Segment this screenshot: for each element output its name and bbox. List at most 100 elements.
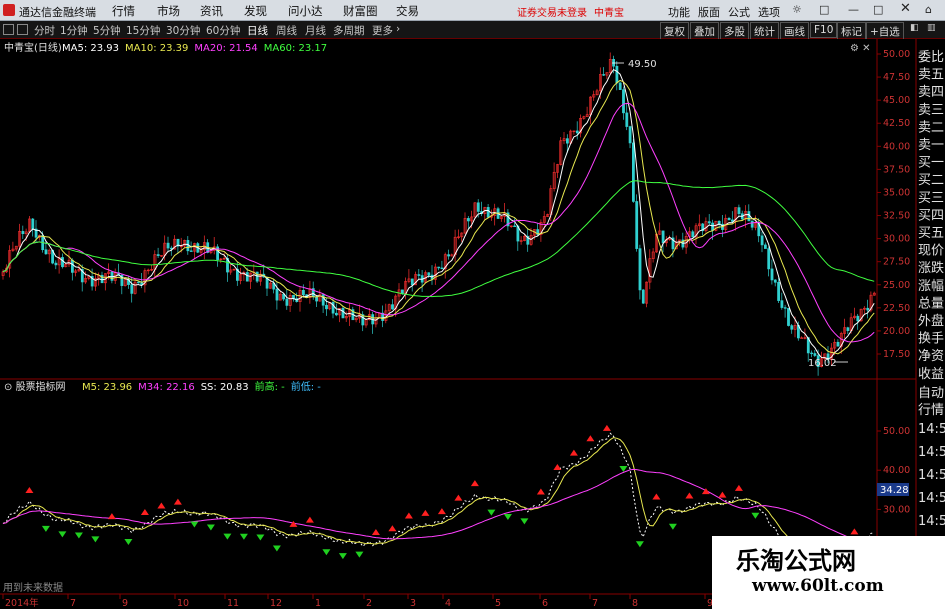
down-arrow-icon [124, 538, 133, 545]
sidebar-quote-label: 委比 [918, 50, 944, 65]
period-1min[interactable]: 1分钟 [60, 23, 88, 38]
candle-body [565, 138, 569, 144]
candle-body [334, 312, 338, 316]
menu-quotes[interactable]: 行情 [112, 3, 135, 19]
candle-body [777, 281, 781, 301]
window-icon[interactable] [3, 24, 14, 35]
menu-ask[interactable]: 问小达 [288, 3, 323, 19]
price-tick-label: 50.00 [883, 49, 910, 60]
toggle-panel-icon[interactable]: ◧ [910, 23, 919, 33]
menu-formula[interactable]: 公式 [728, 4, 750, 20]
down-arrow-icon [751, 512, 760, 519]
close-icon[interactable]: ✕ [900, 1, 911, 16]
indicator-label-1: M34: 22.16 [138, 382, 195, 393]
period-60min[interactable]: 60分钟 [206, 23, 240, 38]
maximize-icon[interactable]: □ [873, 3, 883, 16]
up-arrow-icon [569, 449, 578, 456]
sidebar-quote-label: 涨跌 [918, 260, 944, 276]
candle-body [866, 307, 870, 311]
candle-body [763, 244, 767, 249]
m34-line [2, 468, 875, 546]
price-tick-label: 25.00 [883, 280, 910, 291]
period-30min[interactable]: 30分钟 [166, 23, 200, 38]
restore-icon[interactable]: □ [819, 3, 829, 16]
candle-body [856, 315, 860, 322]
candle-body [427, 272, 431, 276]
up-arrow-icon [685, 492, 694, 499]
period-timeshare[interactable]: 分时 [34, 23, 55, 38]
up-arrow-icon [718, 491, 727, 498]
price-tick-label: 27.50 [883, 257, 910, 268]
up-arrow-icon [602, 424, 611, 431]
menu-wealth[interactable]: 财富圈 [343, 3, 378, 19]
down-arrow-icon [190, 521, 199, 528]
sidebar-mode-label: 行情 [918, 403, 944, 418]
price-tick-label: 32.50 [883, 211, 910, 222]
ma-label-0: MA5: 23.93 [62, 43, 119, 54]
candle-body [618, 82, 622, 90]
candle-body [513, 225, 517, 228]
skin-icon[interactable]: ☼ [792, 3, 802, 16]
candle-body [341, 307, 345, 319]
login-notice[interactable]: 证券交易未登录 [517, 4, 587, 19]
current-value: 34.28 [880, 485, 909, 496]
menu-trade[interactable]: 交易 [396, 3, 419, 19]
lock-icon[interactable]: ⌂ [925, 3, 932, 16]
period-monthly[interactable]: 月线 [305, 23, 326, 38]
sidebar-quote-label: 买四 [918, 208, 944, 223]
candle-body [810, 352, 814, 355]
sidebar-quote-label: 总量 [918, 296, 944, 311]
period-multi[interactable]: 多周期 [333, 23, 365, 38]
menu-options[interactable]: 选项 [758, 4, 780, 20]
price-tick-label: 30.00 [883, 234, 910, 245]
indicator-label-3: 前高: - [255, 380, 286, 393]
down-arrow-icon [58, 531, 67, 538]
period-weekly[interactable]: 周线 [276, 23, 297, 38]
down-arrow-icon [338, 553, 347, 560]
period-daily[interactable]: 日线 [247, 23, 268, 38]
down-arrow-icon [668, 523, 677, 530]
date-label: 2014年 [5, 597, 39, 609]
menu-news[interactable]: 资讯 [200, 3, 223, 19]
down-arrow-icon [272, 545, 281, 552]
tool-f10[interactable]: F10 [810, 22, 838, 38]
sidebar-quote-label: 买三 [918, 191, 944, 206]
candle-body [130, 284, 134, 294]
more-arrow-icon[interactable]: › [396, 23, 400, 35]
sidebar-quote-label: 买二 [918, 173, 944, 188]
price-tick-label: 35.00 [883, 187, 910, 198]
period-15min[interactable]: 15分钟 [126, 23, 160, 38]
candle-body [635, 201, 639, 249]
menu-layout[interactable]: 版面 [698, 4, 720, 20]
high-label: 49.50 [628, 59, 657, 70]
up-arrow-icon [404, 512, 413, 519]
indicator-name: ⊙ 股票指标网 [4, 380, 66, 393]
menu-discover[interactable]: 发现 [244, 3, 267, 19]
back-icon[interactable] [17, 24, 28, 35]
indicator-axis-ticks: 50.00 40.00 30.00 [877, 426, 910, 515]
current-stock-name: 中青宝 [594, 8, 624, 19]
menu-function[interactable]: 功能 [668, 4, 690, 20]
sidebar-icon[interactable]: ▥ [927, 23, 936, 33]
down-arrow-icon [503, 514, 512, 521]
candle-body [641, 289, 645, 304]
period-more[interactable]: 更多 [372, 23, 393, 38]
kline-chart-area[interactable]: 中青宝(日线) MA5: 23.93 MA10: 23.39 MA20: 21.54… [0, 39, 945, 609]
ma-label-2: MA20: 21.54 [194, 43, 257, 54]
period-5min[interactable]: 5分钟 [93, 23, 121, 38]
ma-legend: MA5: 23.93 MA10: 23.39 MA20: 21.54 MA60: 23… [62, 43, 327, 54]
candle-body [727, 217, 731, 221]
up-arrow-icon [157, 502, 166, 509]
up-arrow-icon [850, 528, 859, 535]
menu-market[interactable]: 市场 [157, 3, 180, 19]
panel-menu-icon[interactable]: ⚙ ✕ [850, 43, 871, 54]
minimize-icon[interactable]: — [848, 3, 859, 16]
sidebar-quote-label: 涨幅 [918, 279, 944, 294]
candle-body [602, 74, 606, 76]
candle-body [71, 259, 74, 273]
candle-body [476, 202, 480, 212]
period-toolbar: 分时 1分钟 5分钟 15分钟 30分钟 60分钟 日线 周线 月线 多周期 更… [0, 21, 945, 41]
down-arrow-icon [487, 509, 496, 516]
candle-body [275, 288, 279, 301]
sidebar-mode-label: 自动 [918, 386, 944, 401]
